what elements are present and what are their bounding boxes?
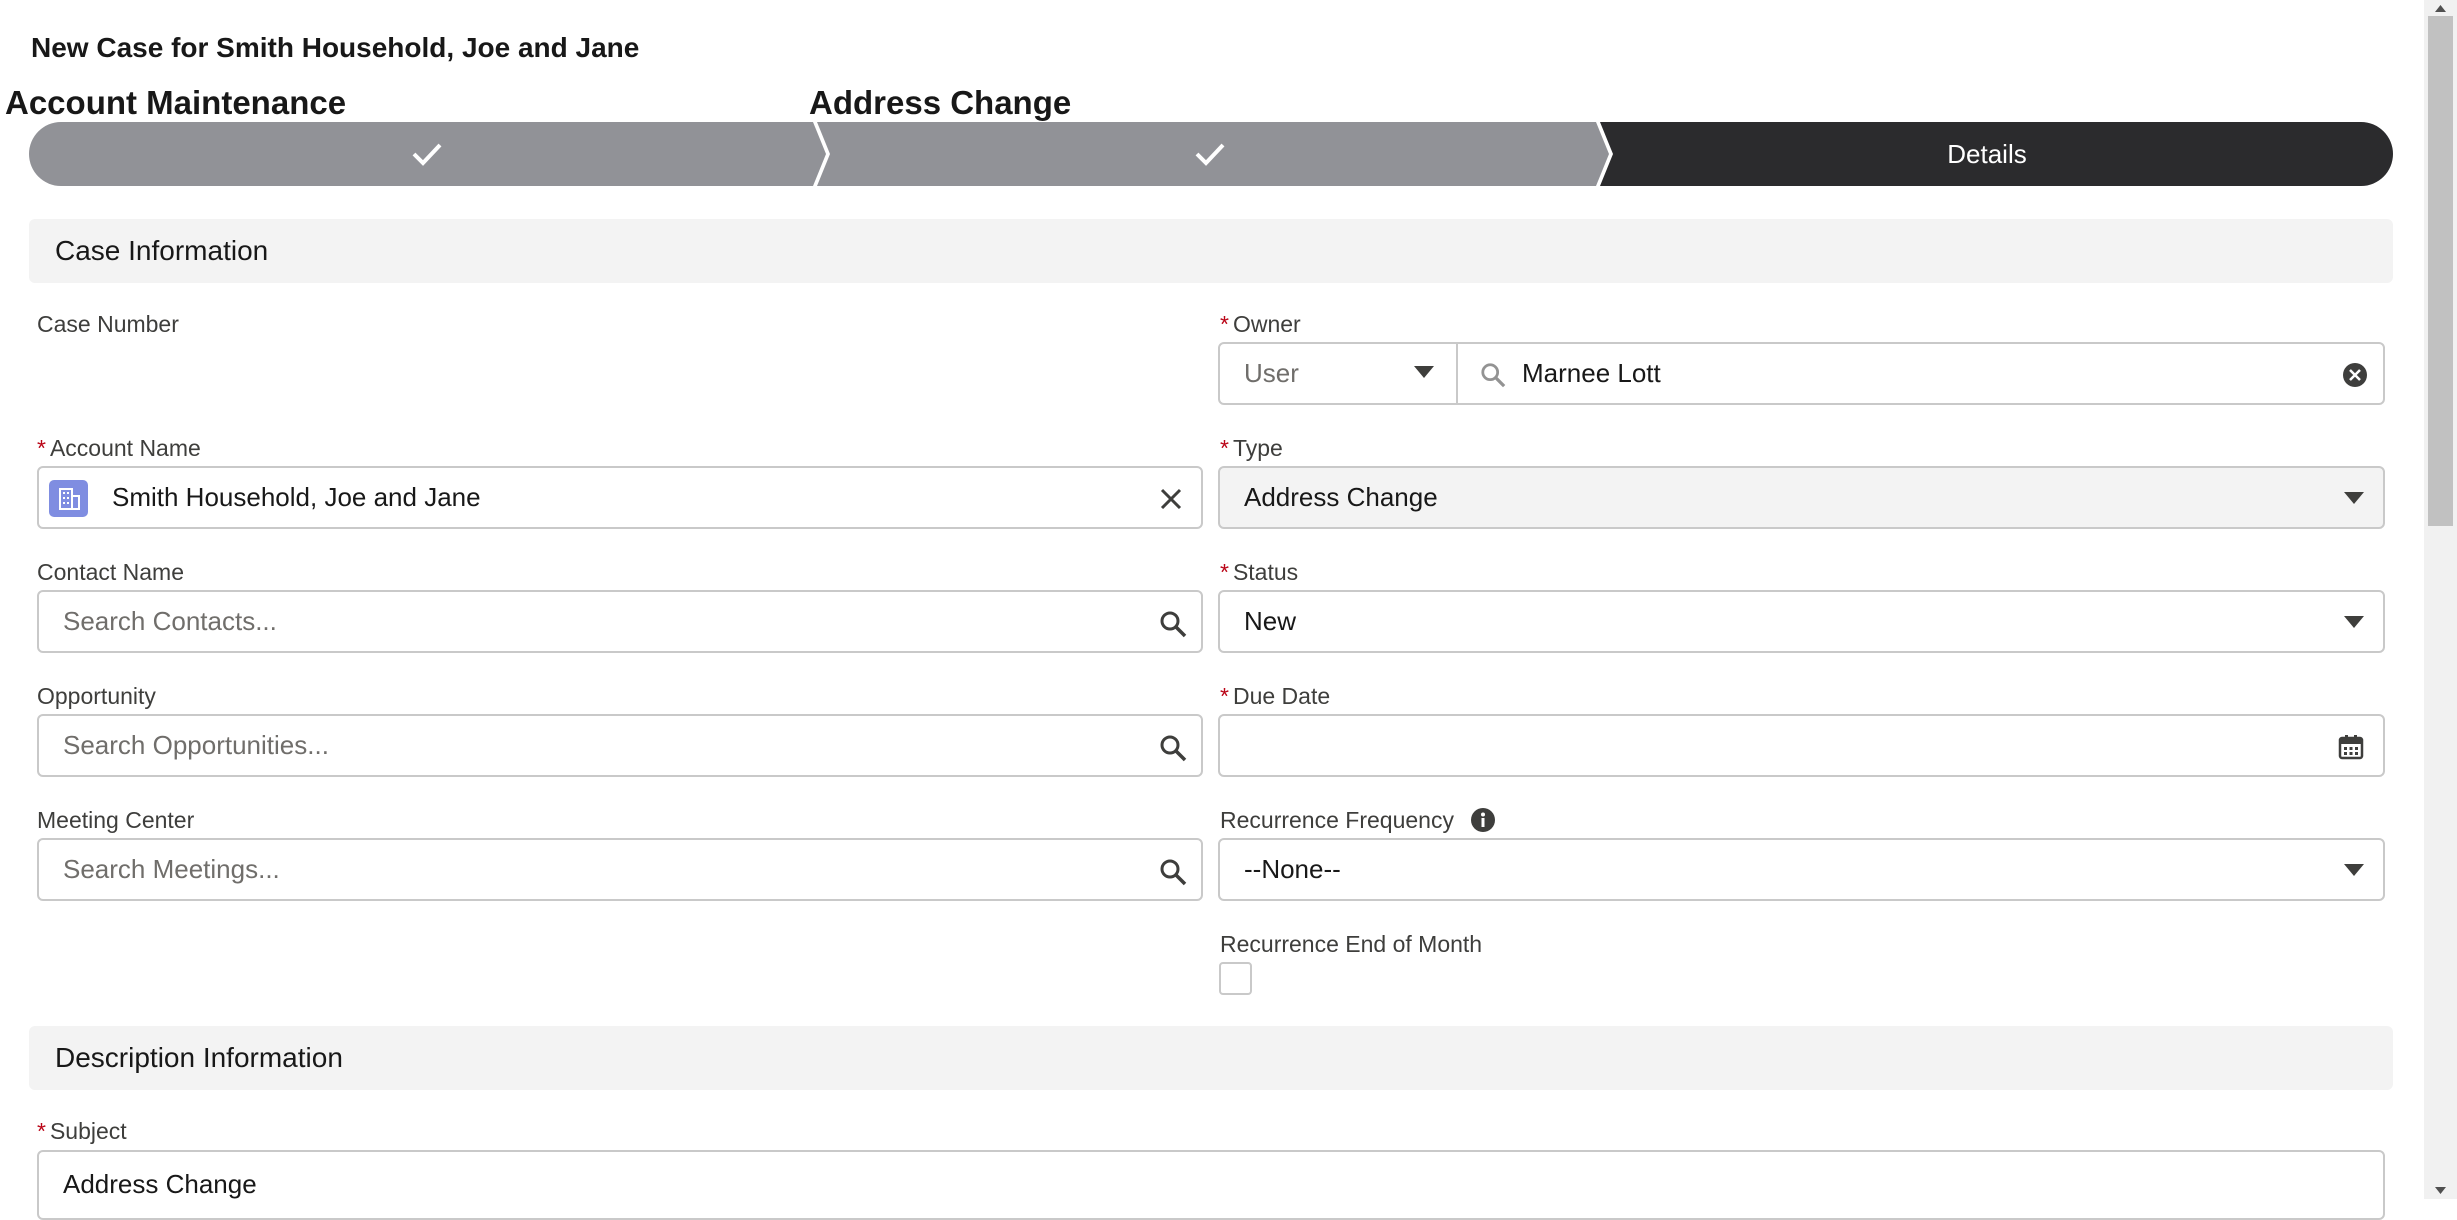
meeting-center-placeholder: Search Meetings... bbox=[63, 854, 280, 884]
scroll-down-arrow[interactable] bbox=[2424, 1183, 2457, 1199]
contact-name-placeholder: Search Contacts... bbox=[63, 606, 277, 636]
account-name-field[interactable]: Smith Household, Joe and Jane bbox=[37, 466, 1203, 529]
owner-label: * Owner bbox=[1220, 311, 1301, 337]
type-value: Address Change bbox=[1244, 482, 1438, 512]
due-date-label: * Due Date bbox=[1220, 683, 1331, 709]
recurrence-frequency-select[interactable]: --None-- bbox=[1218, 838, 2385, 901]
scrollbar-thumb[interactable] bbox=[2428, 16, 2453, 526]
subject-value: Address Change bbox=[63, 1169, 257, 1199]
clear-circle-icon[interactable] bbox=[2342, 362, 2368, 393]
recurrence-frequency-value: --None-- bbox=[1244, 854, 1341, 884]
opportunity-field[interactable]: Search Opportunities... bbox=[37, 714, 1203, 777]
subject-field[interactable]: Address Change bbox=[37, 1150, 2385, 1220]
account-name-value: Smith Household, Joe and Jane bbox=[112, 482, 481, 512]
recurrence-end-of-month-checkbox[interactable] bbox=[1219, 962, 1252, 995]
owner-lookup-field[interactable]: Marnee Lott bbox=[1456, 342, 2385, 405]
contact-name-field[interactable]: Search Contacts... bbox=[37, 590, 1203, 653]
account-name-label: * Account Name bbox=[37, 435, 201, 461]
chevron-down-icon bbox=[1414, 366, 1434, 385]
section-title: Description Information bbox=[55, 1042, 343, 1073]
step-title-account-maintenance: Account Maintenance bbox=[5, 84, 347, 121]
chevron-down-icon bbox=[2344, 492, 2364, 511]
opportunity-label: Opportunity bbox=[37, 683, 156, 709]
path-stage-details-label[interactable]: Details bbox=[1613, 122, 2361, 186]
search-icon bbox=[1159, 858, 1187, 891]
section-case-information[interactable]: Case Information bbox=[29, 219, 2393, 283]
type-select[interactable]: Address Change bbox=[1218, 466, 2385, 529]
scroll-up-arrow[interactable] bbox=[2424, 0, 2457, 16]
case-number-label: Case Number bbox=[37, 311, 179, 337]
opportunity-placeholder: Search Opportunities... bbox=[63, 730, 329, 760]
path-progress: Details bbox=[29, 122, 2393, 186]
search-icon bbox=[1159, 734, 1187, 767]
search-icon bbox=[1159, 610, 1187, 643]
contact-name-label: Contact Name bbox=[37, 559, 185, 585]
calendar-icon[interactable] bbox=[2338, 734, 2364, 765]
owner-type-value: User bbox=[1244, 358, 1299, 388]
status-label: * Status bbox=[1220, 559, 1299, 585]
search-icon bbox=[1480, 362, 1506, 393]
recurrence-end-of-month-label: Recurrence End of Month bbox=[1220, 931, 1483, 957]
info-icon[interactable] bbox=[1470, 807, 1496, 838]
chevron-down-icon bbox=[2344, 616, 2364, 635]
owner-type-select[interactable]: User bbox=[1218, 342, 1458, 405]
subject-label: * Subject bbox=[37, 1118, 127, 1144]
meeting-center-label: Meeting Center bbox=[37, 807, 195, 833]
recurrence-frequency-label: Recurrence Frequency bbox=[1220, 807, 1454, 833]
step-title-address-change: Address Change bbox=[809, 84, 1072, 121]
owner-value: Marnee Lott bbox=[1522, 358, 1661, 388]
meeting-center-field[interactable]: Search Meetings... bbox=[37, 838, 1203, 901]
status-value: New bbox=[1244, 606, 1297, 636]
account-icon bbox=[49, 480, 88, 517]
page-title: New Case for Smith Household, Joe and Ja… bbox=[31, 32, 640, 63]
chevron-down-icon bbox=[2344, 864, 2364, 883]
clear-icon[interactable] bbox=[1159, 487, 1183, 516]
section-description-information[interactable]: Description Information bbox=[29, 1026, 2393, 1090]
type-label: * Type bbox=[1220, 435, 1283, 461]
section-title: Case Information bbox=[55, 235, 269, 266]
vertical-scrollbar[interactable] bbox=[2424, 0, 2457, 1199]
status-select[interactable]: New bbox=[1218, 590, 2385, 653]
due-date-field[interactable] bbox=[1218, 714, 2385, 777]
